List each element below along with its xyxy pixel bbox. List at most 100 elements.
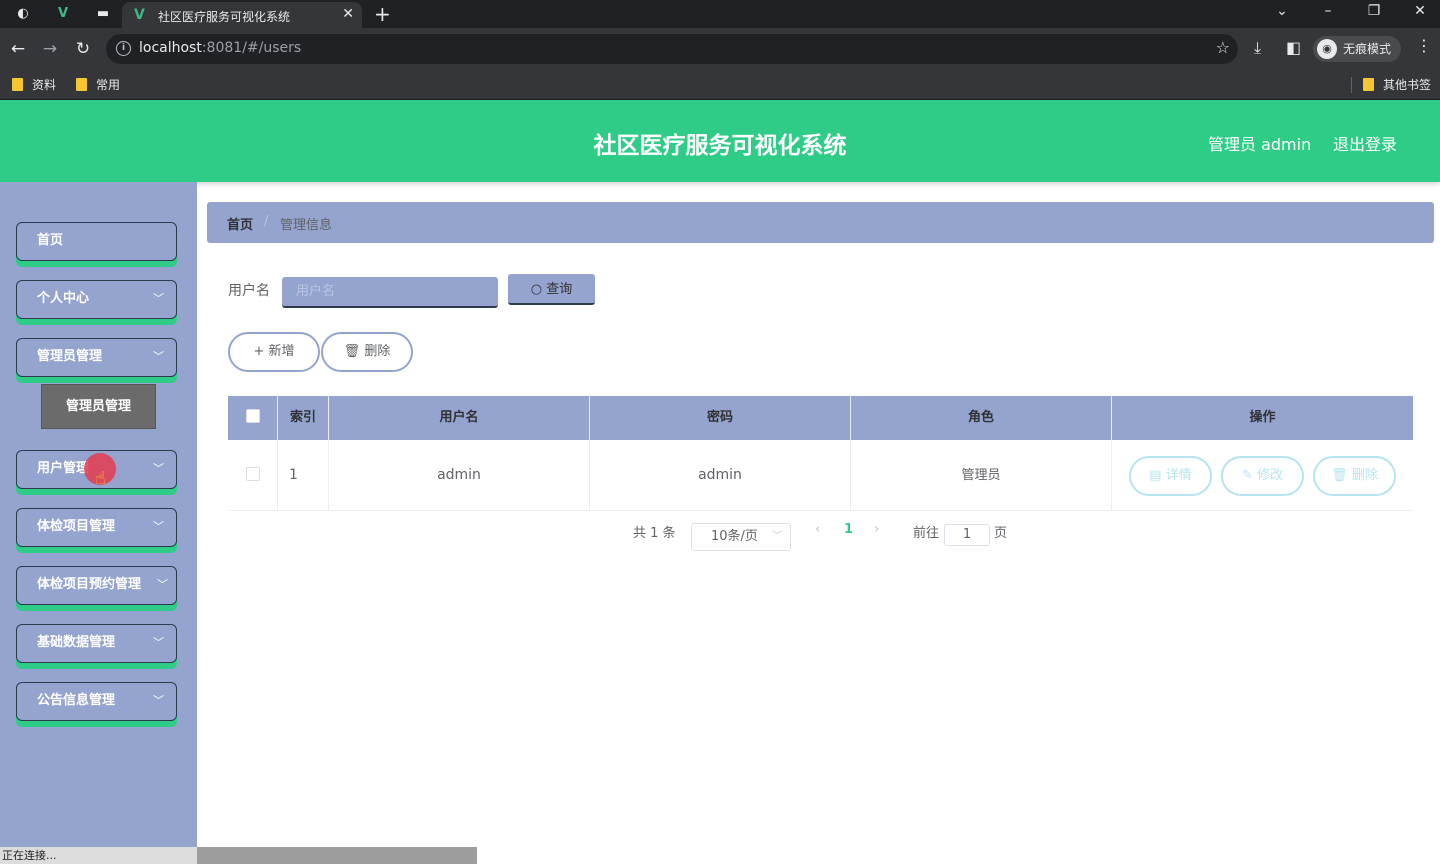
incognito-label: 无痕模式 (1343, 42, 1392, 56)
chevron-down-icon: ﹀ (772, 531, 782, 542)
bookmark-separator (1351, 77, 1352, 93)
cell-role: 管理员 (851, 440, 1112, 511)
chevron-down-icon: ﹀ (153, 520, 164, 533)
logout-link[interactable]: 退出登录 (1333, 131, 1397, 155)
chevron-down-icon: ﹀ (157, 578, 168, 591)
cell-index: 1 (278, 440, 329, 511)
column-header-role: 角色 (851, 396, 1112, 440)
app-header: 社区医疗服务可视化系统 管理员 admin 退出登录 (0, 100, 1440, 182)
new-tab-icon[interactable]: + (374, 2, 391, 26)
query-button[interactable]: ○ 查询 (508, 274, 595, 305)
sidebar-item-announcements[interactable]: 公告信息管理 ﹀ (16, 682, 177, 721)
trash-icon: 🗑 (343, 344, 365, 359)
other-bookmarks[interactable]: 其他书签 (1363, 76, 1431, 93)
browser-menu-icon[interactable]: ⋮ (1416, 36, 1432, 55)
add-button[interactable]: + 新增 (228, 332, 320, 372)
folder-icon (1363, 78, 1374, 91)
current-user: 管理员 admin (1208, 135, 1312, 154)
sidebar-item-checkup-appointments[interactable]: 体检项目预约管理 ﹀ (16, 566, 177, 605)
cell-username: admin (329, 440, 590, 511)
status-text: 正在连接... (0, 847, 197, 864)
forward-arrow-icon[interactable]: → (38, 37, 62, 61)
column-header-index: 索引 (278, 396, 329, 440)
sidebar-item-admin-management[interactable]: 管理员管理 ﹀ (16, 338, 177, 377)
row-select-cell (228, 440, 278, 511)
reload-icon[interactable]: ↻ (71, 37, 95, 61)
page-size-select[interactable]: 10条/页 ﹀ (691, 523, 791, 551)
chevron-down-icon: ﹀ (153, 292, 164, 305)
incognito-badge[interactable]: ◉ 无痕模式 (1313, 36, 1402, 62)
trash-icon: 🗑 (1331, 468, 1352, 483)
address-bar[interactable]: i localhost:8081/#/users ☆ (106, 34, 1238, 64)
side-panel-icon[interactable]: ◧ (1286, 38, 1301, 57)
hand-cursor-icon: ☝ (95, 468, 106, 489)
tab-search-chevron-icon[interactable]: ⌄ (1267, 3, 1297, 19)
breadcrumb-current: 管理信息 (280, 218, 333, 233)
download-icon[interactable]: ⤓ (1254, 38, 1261, 58)
breadcrumb: 首页 / 管理信息 (207, 202, 1434, 243)
minimize-icon[interactable]: – (1313, 3, 1343, 19)
vue-tab-icon[interactable]: V (52, 4, 74, 24)
row-delete-button[interactable]: 🗑 删除 (1313, 456, 1396, 496)
horizontal-scrollbar[interactable] (197, 847, 477, 864)
page-number-current[interactable]: 1 (844, 522, 853, 537)
tab-title: 社区医疗服务可视化系统 (158, 10, 291, 24)
sidebar-item-personal-center[interactable]: 个人中心 ﹀ (16, 280, 177, 319)
row-checkbox[interactable] (245, 467, 260, 481)
pagination-total: 共 1 条 (633, 526, 676, 541)
sidebar-item-checkup-items[interactable]: 体检项目管理 ﹀ (16, 508, 177, 547)
sidebar-item-home[interactable]: 首页 (16, 222, 177, 261)
chevron-down-icon: ﹀ (153, 462, 164, 475)
username-search-label: 用户名 (228, 283, 270, 299)
tab-close-icon[interactable]: ✕ (342, 6, 354, 22)
batch-delete-button[interactable]: 🗑 删除 (321, 332, 413, 372)
folder-icon (76, 78, 87, 91)
table-header: 索引 用户名 密码 角色 操作 (228, 396, 1413, 440)
site-info-icon[interactable]: i (116, 41, 131, 56)
vue-favicon-icon: V (134, 7, 145, 23)
chevron-down-icon: ﹀ (153, 636, 164, 649)
goto-page-input[interactable]: 1 (944, 524, 990, 546)
browser-status-bar: 正在连接... (0, 847, 477, 864)
bookmark-folder-2[interactable]: 常用 (76, 76, 120, 93)
url-host: localhost (139, 40, 202, 56)
url-path: :8081/#/users (201, 40, 302, 56)
chevron-down-icon: ﹀ (153, 694, 164, 707)
prev-page-icon[interactable]: ‹ (815, 522, 820, 537)
detail-button[interactable]: ▤ 详情 (1129, 456, 1212, 496)
tab-square-icon[interactable]: ▬ (92, 4, 114, 24)
goto-suffix: 页 (994, 526, 1008, 541)
plus-icon: + (253, 344, 269, 359)
breadcrumb-separator: / (264, 214, 269, 229)
bookmark-star-icon[interactable]: ☆ (1216, 38, 1230, 57)
column-header-password: 密码 (590, 396, 851, 440)
column-header-actions: 操作 (1249, 410, 1276, 425)
sidebar-item-basic-data[interactable]: 基础数据管理 ﹀ (16, 624, 177, 663)
bookmarks-bar: 资料 常用 其他书签 (0, 70, 1440, 100)
back-arrow-icon[interactable]: ← (6, 37, 30, 61)
breadcrumb-home[interactable]: 首页 (227, 214, 253, 233)
restore-icon[interactable]: ❐ (1359, 3, 1389, 19)
select-all-checkbox[interactable] (245, 409, 260, 423)
cell-password: admin (590, 440, 851, 511)
search-icon: ○ (530, 282, 547, 297)
folder-icon (12, 78, 23, 91)
browser-tab-active[interactable]: V 社区医疗服务可视化系统 ✕ (122, 2, 362, 28)
browser-toolbar: ← → ↻ i localhost:8081/#/users ☆ ⤓ ◧ ◉ 无… (0, 28, 1440, 70)
chevron-down-icon: ﹀ (153, 350, 164, 363)
column-header-username: 用户名 (329, 396, 590, 440)
browser-tab-strip: ◐ V ▬ V 社区医疗服务可视化系统 ✕ + ⌄ – ❐ ✕ (0, 0, 1440, 28)
goto-prefix: 前往 (913, 526, 940, 541)
bookmark-folder-1[interactable]: 资料 (12, 76, 56, 93)
document-icon: ▤ (1149, 468, 1166, 483)
window-close-icon[interactable]: ✕ (1405, 3, 1435, 19)
incognito-icon: ◉ (1317, 39, 1337, 59)
address-url[interactable]: localhost:8081/#/users (139, 40, 301, 56)
cell-actions: ▤ 详情 ✎ 修改 🗑 删除 (1112, 440, 1413, 511)
submenu-item-admin-management[interactable]: 管理员管理 (41, 384, 156, 429)
edit-button[interactable]: ✎ 修改 (1221, 456, 1304, 496)
username-search-input[interactable] (282, 277, 498, 308)
browser-globe-icon[interactable]: ◐ (12, 4, 34, 24)
next-page-icon[interactable]: › (874, 522, 879, 537)
users-table: 索引 用户名 密码 角色 操作 1 admin admin 管理员 ▤ 详情 ✎… (228, 396, 1413, 511)
